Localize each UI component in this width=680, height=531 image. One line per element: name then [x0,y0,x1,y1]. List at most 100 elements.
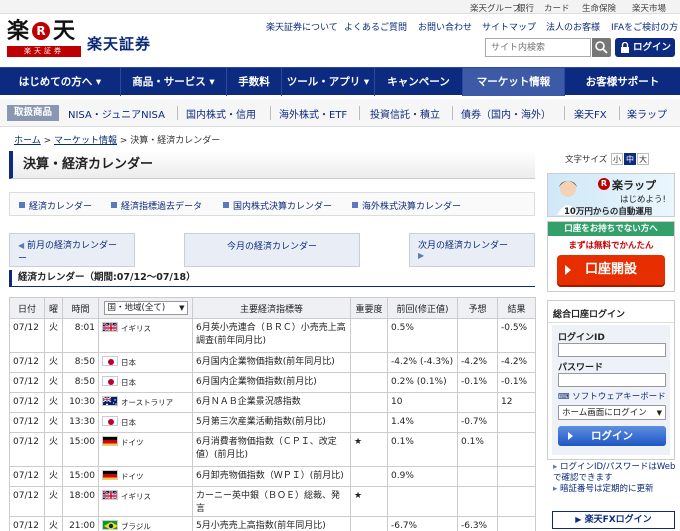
rakuten-fx-login-button[interactable]: ▶ 楽天FXログイン [552,511,675,529]
group-link[interactable]: カード [544,2,570,14]
tab-economic-calendar[interactable]: 経済カレンダー [19,199,92,212]
nav-beginners[interactable]: はじめての方へ ▾ [0,68,121,96]
subnav-funds[interactable]: 投資信託・積立 [370,106,440,121]
cell-time: 15:00 [62,432,99,467]
country-name: 日本 [121,378,136,387]
login-destination-select[interactable]: ホーム画面にログイン ▼ [558,405,666,420]
cell-previous: -4.2% (-4.3%) [387,352,458,373]
open-account-box: 口座をお持ちでない方へ まずは無料でかんたん 口座開設 [547,221,675,292]
tab-indicator-history[interactable]: 経済指標過去データ [111,199,202,212]
cell-previous: 0.2% (0.1%) [387,372,458,393]
tab-domestic-earnings[interactable]: 国内株式決算カレンダー [223,199,332,212]
cell-dow: 火 [44,412,63,433]
password-input[interactable] [558,373,666,387]
promo-line1: はじめよう! [620,195,666,205]
font-size-medium[interactable]: 中 [623,153,636,165]
cell-previous: 0.9% [387,466,458,487]
group-link[interactable]: 楽天市場 [632,2,666,14]
software-keyboard-link[interactable]: ⌨ ソフトウェアキーボード [558,390,666,402]
col-time: 時間 [62,297,99,319]
login-id-input[interactable] [558,343,666,357]
bullet-icon [19,202,25,208]
nav-campaign[interactable]: キャンペーン [375,68,463,96]
header-link-faq[interactable]: よくあるご質問 [344,20,407,33]
cell-date: 07/12 [9,516,45,531]
group-link[interactable]: 楽天グループ [470,2,521,14]
cell-indicator: 6月卸売物価指数（ＷＰＩ）(前月比) [192,466,351,487]
cell-indicator: 6月英小売連合（ＢＲＣ）小売売上高調査(前年同月比) [192,318,351,353]
header-link-ifa[interactable]: IFAをご検討の方 [611,20,678,33]
subnav-fx[interactable]: 楽天FX [574,106,607,121]
breadcrumb-home[interactable]: ホーム [14,136,41,146]
uk-flag-icon [102,322,118,332]
tab-label: 国内株式決算カレンダー [233,202,333,212]
tab-label: 経済カレンダー [29,202,93,212]
breadcrumb: ホーム > マーケット情報 > 決算・経済カレンダー [14,133,220,146]
subnav-rakuwrap[interactable]: 楽ラップ [627,106,667,121]
cell-country: イギリス [98,318,193,353]
subnav-domestic-stock[interactable]: 国内株式・信用 [186,106,256,121]
cell-importance [350,352,388,373]
japan-flag-icon [102,416,118,426]
font-size-large[interactable]: 大 [636,153,649,165]
cell-forecast: -0.7% [457,412,498,433]
help-link-id-password[interactable]: ▸ ログインID/パスワードはWebで確認できます [553,462,677,484]
calendar-tabs: 経済カレンダー 経済指標過去データ 国内株式決算カレンダー 海外株式決算カレンダ… [9,192,535,216]
nav-market-info[interactable]: マーケット情報 [463,68,565,96]
font-size-label: 文字サイズ [565,155,608,165]
cell-country: 日本 [98,372,193,393]
header-link-corporate[interactable]: 法人のお客様 [546,20,600,33]
region-select[interactable]: 国・地域(全て) ▼ [103,301,188,315]
rakuwrap-banner[interactable]: R 楽ラップ はじめよう! 10万円からの自動運用 [547,173,675,217]
nav-support[interactable]: お客様サポート [565,68,680,96]
header-link-about[interactable]: 楽天証券について [266,20,338,33]
main-navigation: はじめての方へ ▾ 商品・サービス ▾ 手数料 ツール・アプリ ▾ キャンペーン… [0,67,680,96]
cell-importance [350,412,388,433]
nav-products[interactable]: 商品・サービス ▾ [121,68,227,96]
group-link[interactable]: 生命保険 [582,2,616,14]
cell-indicator: 6月国内企業物価指数(前年同月比) [192,352,351,373]
search-button[interactable] [592,38,611,57]
group-link[interactable]: 銀行 [517,2,534,14]
col-forecast: 予想 [457,297,498,319]
col-indicator: 主要経済指標等 [192,297,351,319]
breadcrumb-market[interactable]: マーケット情報 [54,136,117,146]
tab-foreign-earnings[interactable]: 海外株式決算カレンダー [352,199,461,212]
font-size-small[interactable]: 小 [610,153,623,165]
section-title: 経済カレンダー（期間:07/12～07/18） [9,270,535,287]
nav-fees[interactable]: 手数料 [227,68,282,96]
cell-time: 21:00 [62,516,99,531]
cell-indicator: 5月小売売上高指数(前年同月比) [192,516,351,531]
cell-forecast: -4.2% [457,352,498,373]
prev-month-button[interactable]: ◀ 前月の経済カレンダー ー [9,233,135,267]
play-arrow-icon [565,265,571,275]
help-link-pin[interactable]: ▸ 暗証番号は定期的に更新 [553,484,677,495]
nav-tools[interactable]: ツール・アプリ ▾ [282,68,375,96]
table-row: 07/12 火 15:00 ドイツ 6月消費者物価指数（ＣＰＩ、改定値）(前月比) ★ 0.… [9,432,536,467]
header-link-contact[interactable]: お問い合わせ [418,20,472,33]
header-link-sitemap[interactable]: サイトマップ [482,20,536,33]
country-name: ドイツ [121,472,144,481]
next-month-button[interactable]: 次月の経済カレンダー ▶ [409,233,535,267]
logo-bar: 楽天証券 [7,46,81,57]
cell-result: 12 [497,392,536,413]
cell-time: 15:00 [62,466,99,487]
germany-flag-icon [102,470,118,480]
subnav-bonds[interactable]: 債券（国内・海外） [461,106,551,121]
country-name: 日本 [121,358,136,367]
col-importance: 重要度 [350,297,388,319]
cell-time: 8:50 [62,352,99,373]
subnav-divider [177,106,178,120]
prev-label: 前月の経済カレンダー [27,241,118,251]
brand-name[interactable]: 楽天証券 [87,33,151,54]
cell-previous: 1.4% [387,412,458,433]
current-month-button[interactable]: 今月の経済カレンダー [184,233,360,267]
header-login-button[interactable]: ログイン [615,38,675,57]
subnav-foreign-stock[interactable]: 海外株式・ETF [279,106,347,121]
subnav-nisa[interactable]: NISA・ジュニアNISA [68,106,165,121]
site-search-input[interactable] [485,38,591,57]
login-submit-button[interactable]: ログイン [558,426,666,446]
chevron-down-icon: ▼ [656,409,662,417]
open-account-button[interactable]: 口座開設 [557,255,665,285]
cell-date: 07/12 [9,352,45,373]
